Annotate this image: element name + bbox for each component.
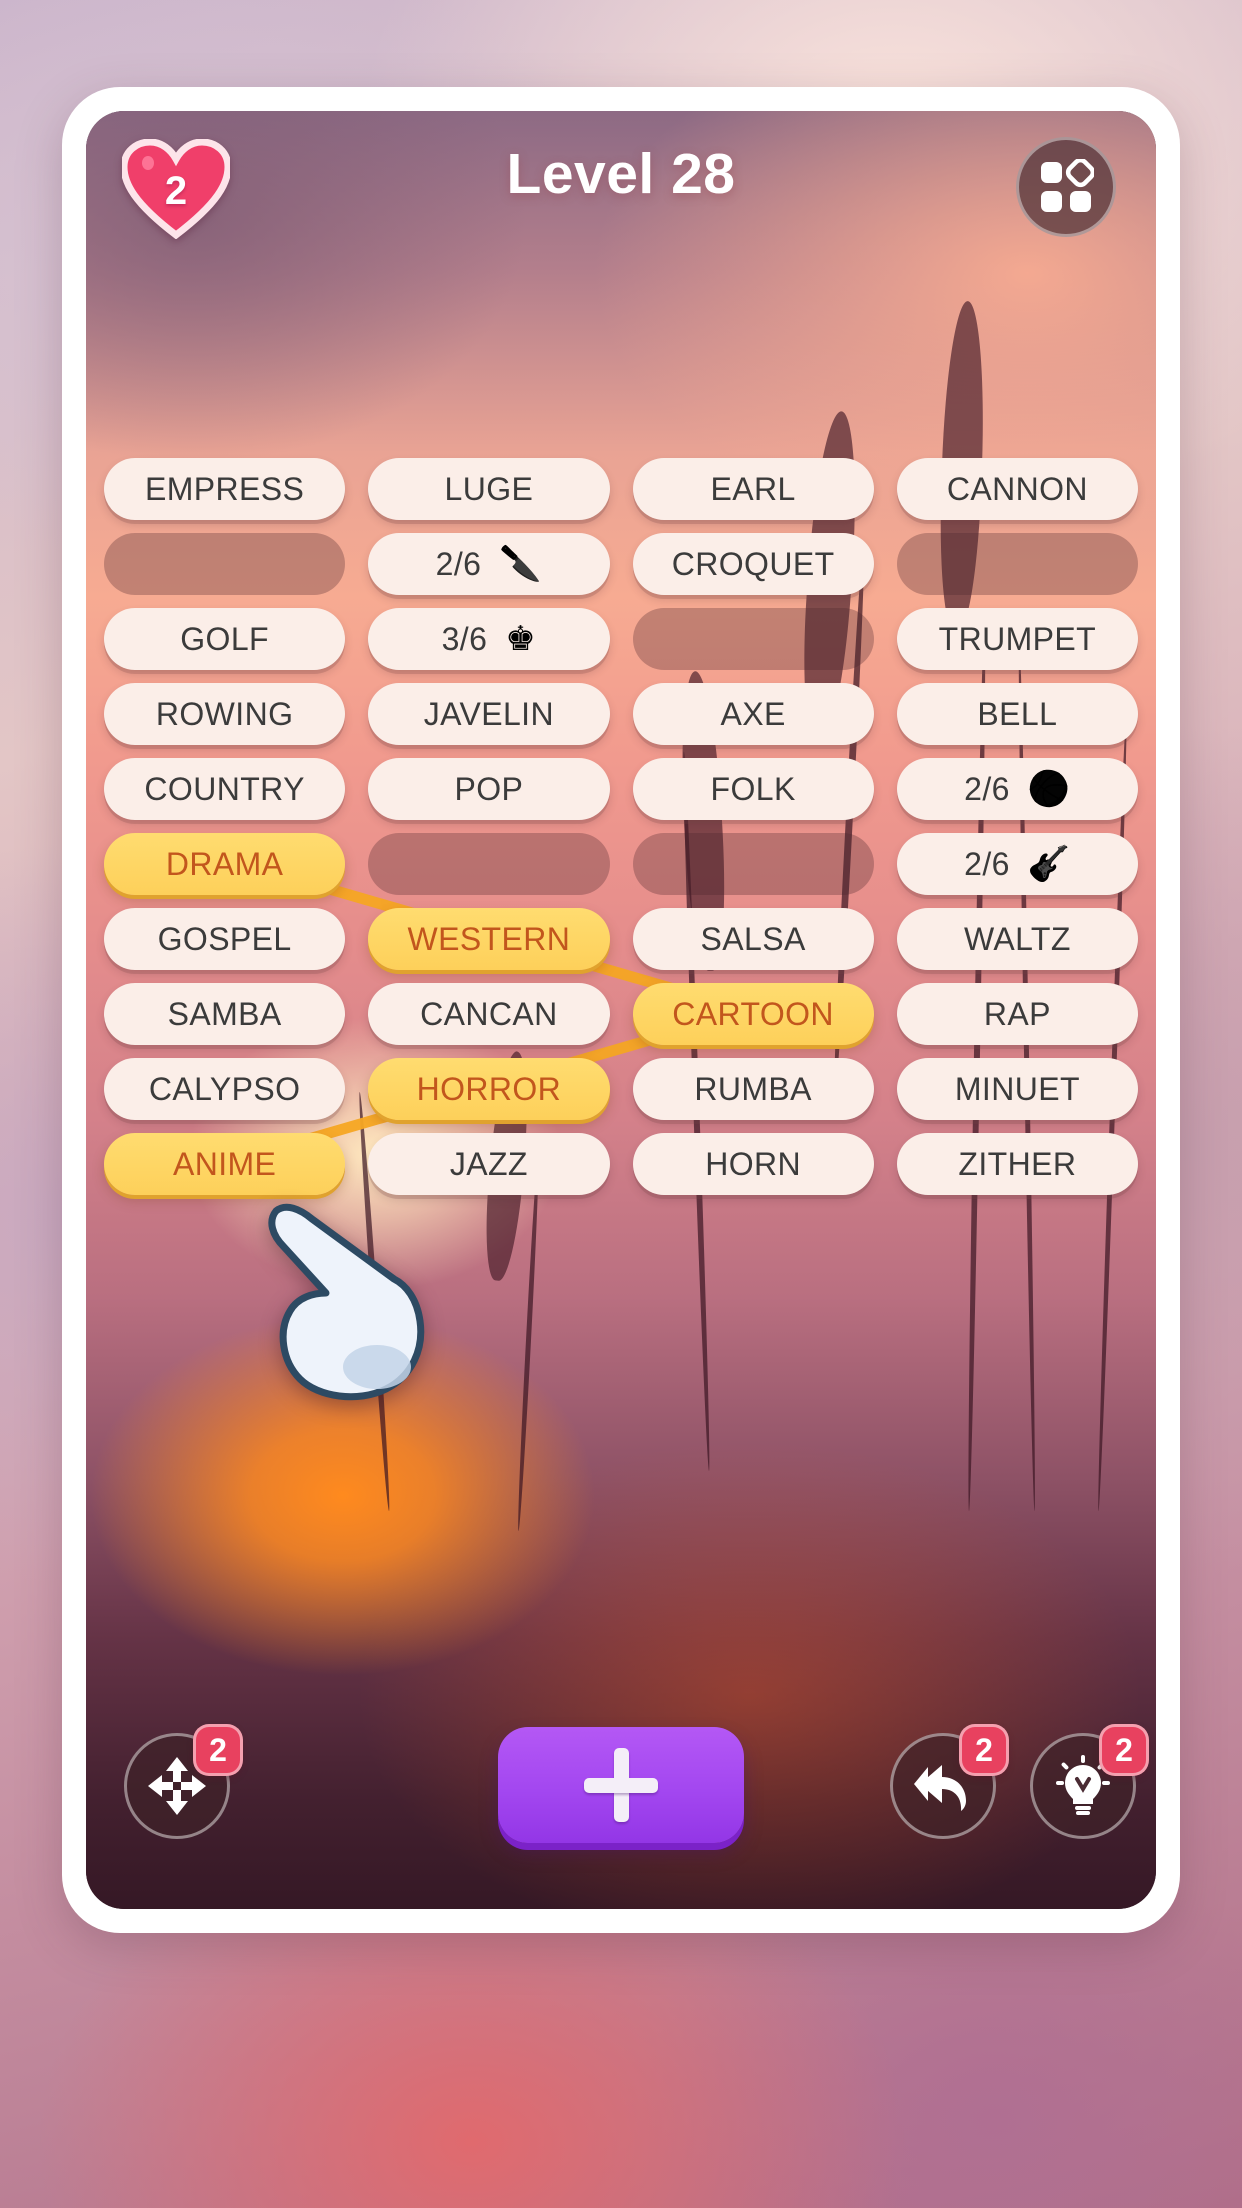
menu-button[interactable]	[1016, 137, 1116, 237]
word-tile-empty	[632, 833, 874, 895]
count-tile-label: 2/6	[964, 770, 1010, 807]
shuffle-badge: 2	[193, 1724, 243, 1776]
word-tile-label: JAZZ	[449, 1145, 528, 1182]
grid-menu-icon	[1041, 159, 1094, 212]
word-tile[interactable]: CARTOON	[632, 983, 874, 1045]
shuffle-button[interactable]: 2	[124, 1724, 243, 1839]
word-tile[interactable]: POP	[368, 758, 610, 820]
count-tile-label: 2/6	[435, 545, 482, 582]
word-tile-label: WALTZ	[963, 920, 1071, 957]
word-tile-label: SAMBA	[167, 995, 282, 1032]
word-tile-label: CARTOON	[672, 995, 834, 1032]
word-tile-label: COUNTRY	[144, 770, 305, 807]
count-tile-label: 2/6	[964, 845, 1010, 882]
word-tile[interactable]: LUGE	[368, 458, 610, 520]
word-tile-label: FOLK	[710, 770, 796, 807]
count-tile[interactable]: 2/6 🏀	[896, 758, 1138, 820]
word-tile-label: RUMBA	[694, 1070, 812, 1107]
word-tile[interactable]: SAMBA	[104, 983, 346, 1045]
word-tile-label: CANNON	[946, 470, 1088, 507]
word-tile-label: LUGE	[444, 470, 534, 507]
count-tile[interactable]: 3/6 ♚	[368, 608, 610, 670]
word-tile[interactable]: CANCAN	[368, 983, 610, 1045]
word-tile[interactable]: JAZZ	[368, 1133, 610, 1195]
guitar-icon: 🎸	[1027, 845, 1071, 883]
undo-badge: 2	[959, 1724, 1009, 1776]
count-tile[interactable]: 2/6 🎸	[896, 833, 1138, 895]
word-tile[interactable]: HORROR	[368, 1058, 610, 1120]
word-tile[interactable]: ZITHER	[896, 1133, 1138, 1195]
crown-icon: ♚	[505, 620, 537, 658]
word-tile[interactable]: CROQUET	[632, 533, 874, 595]
word-tile-label: BELL	[977, 695, 1058, 732]
word-tile[interactable]: SALSA	[632, 908, 874, 970]
word-tile[interactable]: ROWING	[104, 683, 346, 745]
plus-icon	[584, 1748, 658, 1822]
count-tile-label: 3/6	[441, 620, 488, 657]
word-tile-label: CROQUET	[671, 545, 835, 582]
word-tile[interactable]: GOLF	[104, 608, 346, 670]
word-tile[interactable]: GOSPEL	[104, 908, 346, 970]
word-tile[interactable]: BELL	[896, 683, 1138, 745]
word-tile[interactable]: ANIME	[104, 1133, 346, 1195]
word-tile[interactable]: FOLK	[632, 758, 874, 820]
phone-frame: 2 Level 28 EMPRESS LUGE EARL CANNON 2/6 …	[62, 87, 1180, 1933]
word-tile[interactable]: TRUMPET	[896, 608, 1138, 670]
add-button[interactable]	[498, 1727, 744, 1843]
hint-button[interactable]: 2	[1030, 1724, 1149, 1839]
word-tile-empty	[632, 608, 874, 670]
word-tile-empty	[896, 533, 1138, 595]
word-tile-label: RAP	[983, 995, 1051, 1032]
word-tile-label: AXE	[720, 695, 786, 732]
word-tile-label: CANCAN	[420, 995, 558, 1032]
basketball-icon: 🏀	[1027, 770, 1071, 808]
word-tile-label: WESTERN	[407, 920, 571, 957]
word-tile-label: ANIME	[172, 1145, 277, 1182]
word-tile[interactable]: RUMBA	[632, 1058, 874, 1120]
bottom-toolbar: 2 2 2	[86, 1723, 1156, 1853]
pointing-hand-cursor	[254, 1197, 444, 1407]
word-tile-label: EMPRESS	[144, 470, 305, 507]
word-grid: EMPRESS LUGE EARL CANNON 2/6 🔪 CROQUET GOLF 3/6 ♚…	[104, 458, 1138, 1195]
hint-badge: 2	[1099, 1724, 1149, 1776]
word-tile-label: EARL	[710, 470, 796, 507]
word-tile-label: DRAMA	[165, 845, 284, 882]
word-tile[interactable]: JAVELIN	[368, 683, 610, 745]
word-tile-label: GOLF	[180, 620, 269, 657]
word-tile-label: HORROR	[416, 1070, 562, 1107]
undo-button[interactable]: 2	[890, 1724, 1009, 1839]
word-tile[interactable]: RAP	[896, 983, 1138, 1045]
word-tile-label: CALYPSO	[148, 1070, 301, 1107]
word-tile-label: JAVELIN	[423, 695, 554, 732]
word-tile-label: SALSA	[700, 920, 806, 957]
knife-icon: 🔪	[499, 545, 543, 583]
word-tile-label: HORN	[705, 1145, 802, 1182]
word-tile[interactable]: MINUET	[896, 1058, 1138, 1120]
word-tile-empty	[368, 833, 610, 895]
page-title: Level 28	[506, 142, 736, 206]
game-screen: 2 Level 28 EMPRESS LUGE EARL CANNON 2/6 …	[86, 111, 1156, 1909]
word-tile[interactable]: EARL	[632, 458, 874, 520]
word-tile[interactable]: AXE	[632, 683, 874, 745]
game-header: 2 Level 28	[86, 111, 1156, 261]
word-tile[interactable]: DRAMA	[104, 833, 346, 895]
count-tile[interactable]: 2/6 🔪	[368, 533, 610, 595]
word-tile[interactable]: CANNON	[896, 458, 1138, 520]
word-tile[interactable]: HORN	[632, 1133, 874, 1195]
word-tile-label: ROWING	[155, 695, 294, 732]
word-tile[interactable]: WALTZ	[896, 908, 1138, 970]
pointing-hand-cursor-icon	[268, 1203, 425, 1401]
word-tile[interactable]: EMPRESS	[104, 458, 346, 520]
word-tile-label: MINUET	[954, 1070, 1080, 1107]
word-tile-label: POP	[454, 770, 524, 807]
word-tile[interactable]: COUNTRY	[104, 758, 346, 820]
word-tile-label: GOSPEL	[157, 920, 292, 957]
word-tile[interactable]: WESTERN	[368, 908, 610, 970]
word-tile-empty	[104, 533, 346, 595]
word-tile[interactable]: CALYPSO	[104, 1058, 346, 1120]
word-tile-label: TRUMPET	[938, 620, 1097, 657]
word-tile-label: ZITHER	[958, 1145, 1077, 1182]
